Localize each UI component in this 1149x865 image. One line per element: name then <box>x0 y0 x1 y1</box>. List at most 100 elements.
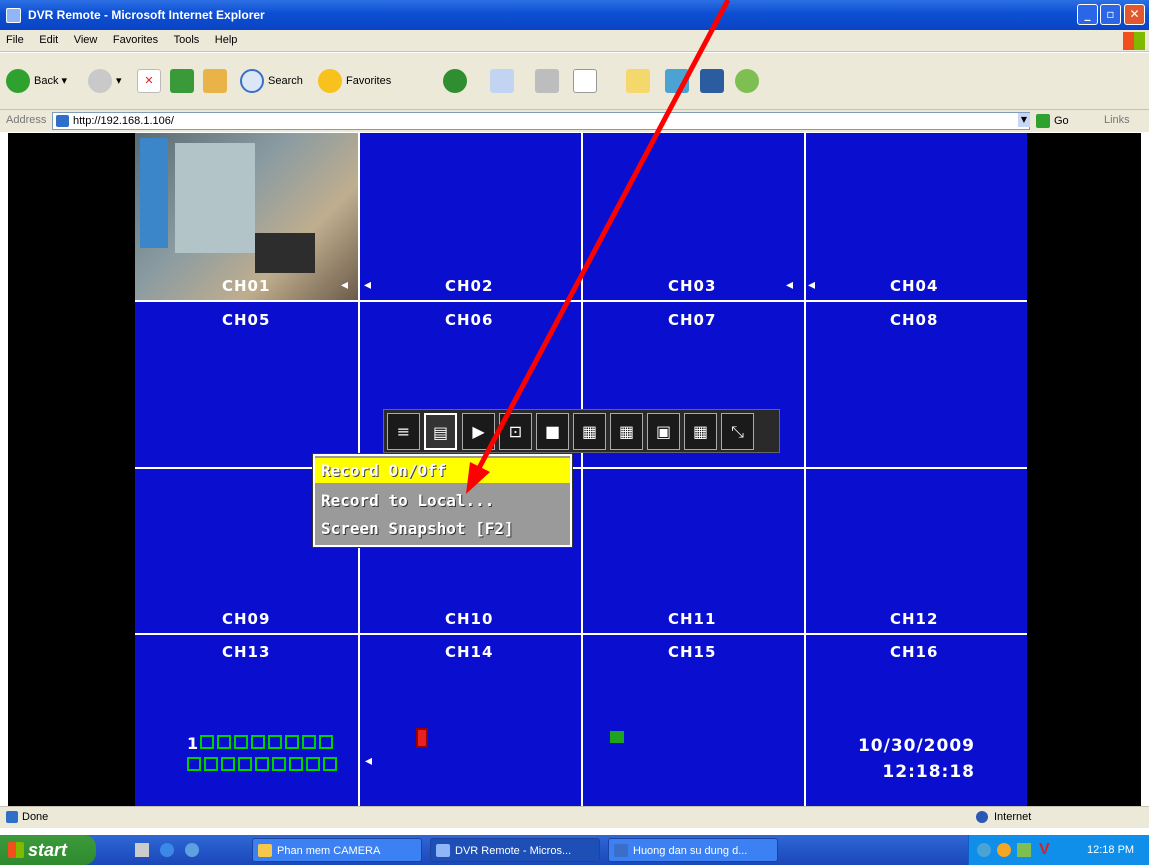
window-title-bar: DVR Remote - Microsoft Internet Explorer… <box>0 0 1149 30</box>
mail-icon[interactable] <box>490 69 514 93</box>
menu-item-record-to-local[interactable]: Record to Local... <box>315 488 570 513</box>
menu-list-icon[interactable]: ≡ <box>387 413 420 450</box>
stop-icon[interactable]: ✕ <box>137 69 161 93</box>
maximize-button[interactable]: ▫ <box>1100 4 1121 25</box>
history-icon[interactable] <box>443 69 467 93</box>
links-button[interactable]: Links <box>1104 114 1130 126</box>
home-icon[interactable] <box>203 69 227 93</box>
network-icon <box>610 731 624 743</box>
ie-icon <box>6 8 21 23</box>
single-view-icon[interactable]: ■ <box>536 413 569 450</box>
menu-item-record-on-off[interactable]: Record On/Off <box>315 458 570 483</box>
refresh-icon[interactable] <box>170 69 194 93</box>
tray-network-icon[interactable] <box>1017 843 1031 857</box>
task-huong-dan[interactable]: Huong dan su dung d... <box>608 838 778 862</box>
quad-view-icon[interactable]: ▦ <box>573 413 606 450</box>
channel-label-ch01: CH01 <box>222 277 271 295</box>
record-index: 1 <box>187 734 199 753</box>
print-icon[interactable] <box>535 69 559 93</box>
network-monitor-icon[interactable]: ⊡ <box>499 413 532 450</box>
start-button[interactable]: start <box>0 835 96 865</box>
pip-view-icon[interactable]: ▣ <box>647 413 680 450</box>
edit-icon[interactable] <box>573 69 597 93</box>
search-button[interactable]: Search <box>240 66 303 96</box>
fullscreen-icon[interactable]: ⤡ <box>721 413 754 450</box>
record-context-menu: Record On/Off Record to Local... Screen … <box>312 453 573 548</box>
menu-view[interactable]: View <box>68 30 104 50</box>
ch01-camera-feed[interactable] <box>135 133 359 300</box>
status-box <box>302 735 316 749</box>
users-icon[interactable] <box>735 69 759 93</box>
go-label: Go <box>1054 114 1069 127</box>
play-icon[interactable]: ▶ <box>462 413 495 450</box>
channel-status-row <box>187 757 337 771</box>
back-label: Back <box>34 75 59 87</box>
favorites-label: Favorites <box>346 75 392 87</box>
page-status-icon <box>6 811 18 823</box>
search-icon <box>240 69 264 94</box>
tray-arrow-icon[interactable] <box>977 843 991 857</box>
research-icon[interactable] <box>700 69 724 93</box>
menu-edit[interactable]: Edit <box>33 30 64 50</box>
channel-grid[interactable]: CH01 CH02 CH03 CH04 CH05 CH06 CH07 CH08 … <box>135 133 1027 806</box>
star-icon <box>318 69 342 94</box>
menu-help[interactable]: Help <box>209 30 244 50</box>
quicklaunch-icon[interactable] <box>135 843 149 857</box>
globe-icon <box>976 811 988 823</box>
tray-v-icon[interactable]: V <box>1039 835 1050 865</box>
go-button[interactable]: Go <box>1036 114 1069 128</box>
status-box <box>238 757 252 771</box>
status-box <box>234 735 248 749</box>
audio-icon: ◂ <box>364 277 372 293</box>
window-title: DVR Remote - Microsoft Internet Explorer <box>28 8 265 22</box>
channel-label-ch11: CH11 <box>668 610 717 628</box>
address-bar: Address http://192.168.1.106/ ▼ Go Links <box>0 110 1149 132</box>
close-button[interactable]: ✕ <box>1124 4 1145 25</box>
quicklaunch-ie-icon[interactable] <box>160 843 174 857</box>
channel-label-ch16: CH16 <box>890 643 939 661</box>
menu-tools[interactable]: Tools <box>168 30 206 50</box>
status-bar: Done Internet <box>0 806 1149 828</box>
record-indicator-icon <box>416 728 428 748</box>
dvr-date: 10/30/2009 <box>857 736 975 756</box>
grid-divider <box>135 467 1027 469</box>
channel-label-ch05: CH05 <box>222 311 271 329</box>
windows-logo-icon <box>1123 32 1145 50</box>
menu-item-screen-snapshot[interactable]: Screen Snapshot [F2] <box>315 516 570 541</box>
task-phan-mem-camera[interactable]: Phan mem CAMERA <box>252 838 422 862</box>
forward-arrow-icon <box>88 69 112 94</box>
task-label: Phan mem CAMERA <box>277 845 381 857</box>
status-box <box>217 735 231 749</box>
address-dropdown[interactable]: ▼ <box>1018 113 1030 127</box>
discuss-icon[interactable] <box>626 69 650 93</box>
audio-icon: ◂ <box>341 277 349 293</box>
page-icon <box>56 115 69 127</box>
status-box <box>323 757 337 771</box>
back-button[interactable]: Back ▾ <box>6 66 67 96</box>
menu-file[interactable]: File <box>0 30 30 50</box>
nine-view-icon[interactable]: ▦ <box>610 413 643 450</box>
favorites-button[interactable]: Favorites <box>318 66 391 96</box>
task-dvr-remote[interactable]: DVR Remote - Micros... <box>430 838 600 862</box>
back-arrow-icon <box>6 69 30 94</box>
channel-label-ch12: CH12 <box>890 610 939 628</box>
task-label: Huong dan su dung d... <box>633 845 748 857</box>
status-box <box>187 757 201 771</box>
quicklaunch-icon[interactable] <box>185 843 199 857</box>
sixteen-view-icon[interactable]: ▦ <box>684 413 717 450</box>
address-input[interactable]: http://192.168.1.106/ <box>52 112 1030 130</box>
word-icon <box>614 844 628 857</box>
grid-divider <box>804 133 806 806</box>
channel-label-ch02: CH02 <box>445 277 494 295</box>
messenger-icon[interactable] <box>665 69 689 93</box>
address-url: http://192.168.1.106/ <box>73 115 174 127</box>
record-film-icon[interactable]: ▤ <box>424 413 457 450</box>
tray-icon[interactable] <box>997 843 1011 857</box>
minimize-button[interactable]: _ <box>1077 4 1098 25</box>
channel-label-ch06: CH06 <box>445 311 494 329</box>
menu-favorites[interactable]: Favorites <box>107 30 164 50</box>
channel-label-ch15: CH15 <box>668 643 717 661</box>
security-zone: Internet <box>994 811 1032 823</box>
forward-button[interactable]: ▾ <box>88 66 122 96</box>
status-box <box>268 735 282 749</box>
